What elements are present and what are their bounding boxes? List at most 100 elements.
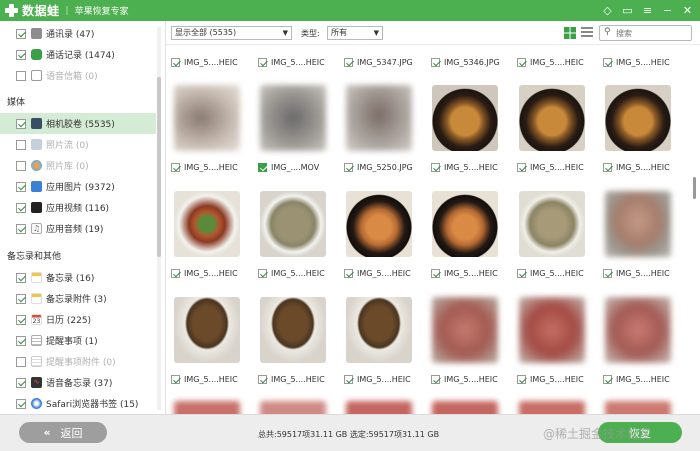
grid-item-label[interactable]: IMG_....MOV bbox=[258, 161, 319, 173]
item-checkbox[interactable] bbox=[603, 57, 612, 67]
photo-thumbnail[interactable] bbox=[605, 85, 671, 151]
item-checkbox[interactable] bbox=[344, 162, 353, 172]
grid-item-label[interactable]: IMG_5....HEIC bbox=[517, 267, 584, 279]
grid-item-label[interactable]: IMG_5250.JPG bbox=[344, 161, 413, 173]
photo-thumbnail[interactable] bbox=[174, 297, 240, 363]
sidebar-item-app-audio[interactable]: ♫ 应用音频 (19) bbox=[0, 218, 156, 239]
sidebar-scrollbar-thumb[interactable] bbox=[157, 77, 161, 257]
item-checkbox[interactable] bbox=[603, 374, 612, 384]
photo-thumbnail[interactable] bbox=[432, 191, 498, 257]
grid-item-label[interactable]: IMG_5....HEIC bbox=[517, 56, 584, 68]
photo-stream-checkbox[interactable] bbox=[16, 139, 26, 150]
grid-item-label[interactable]: IMG_5....HEIC bbox=[171, 56, 238, 68]
photo-thumbnail[interactable] bbox=[260, 297, 326, 363]
photo-thumbnail[interactable] bbox=[519, 191, 585, 257]
close-icon[interactable]: ✕ bbox=[681, 3, 694, 18]
item-checkbox[interactable] bbox=[344, 268, 353, 278]
grid-item-label[interactable]: IMG_5....HEIC bbox=[603, 267, 670, 279]
menu-icon[interactable]: ≡ bbox=[641, 3, 654, 18]
photo-thumbnail[interactable] bbox=[346, 85, 412, 151]
grid-item-label[interactable]: IMG_5....HEIC bbox=[258, 56, 325, 68]
reminder-attachments-checkbox[interactable] bbox=[16, 356, 26, 367]
photo-thumbnail[interactable] bbox=[432, 85, 498, 151]
photo-thumbnail[interactable] bbox=[260, 401, 326, 414]
show-filter-select[interactable]: 显示全部 (5535) ▼ bbox=[171, 26, 292, 40]
item-checkbox[interactable] bbox=[344, 374, 353, 384]
grid-item-label[interactable]: IMG_5....HEIC bbox=[603, 56, 670, 68]
item-checkbox[interactable] bbox=[431, 268, 440, 278]
item-checkbox[interactable] bbox=[431, 162, 440, 172]
grid-scrollbar-thumb[interactable] bbox=[693, 177, 696, 199]
item-checkbox[interactable] bbox=[171, 374, 180, 384]
photo-thumbnail[interactable] bbox=[260, 85, 326, 151]
contacts-checkbox[interactable] bbox=[16, 28, 26, 39]
sidebar-item-call-log[interactable]: 通话记录 (1474) bbox=[0, 44, 156, 65]
grid-item-label[interactable]: IMG_5346.JPG bbox=[431, 56, 500, 68]
item-checkbox[interactable] bbox=[258, 162, 267, 172]
grid-item-label[interactable]: IMG_5....HEIC bbox=[517, 373, 584, 385]
grid-item-label[interactable]: IMG_5....HEIC bbox=[603, 373, 670, 385]
call-log-checkbox[interactable] bbox=[16, 49, 26, 60]
photo-thumbnail[interactable] bbox=[174, 85, 240, 151]
item-checkbox[interactable] bbox=[431, 374, 440, 384]
sidebar-scrollbar[interactable] bbox=[157, 27, 161, 410]
item-checkbox[interactable] bbox=[517, 162, 526, 172]
item-checkbox[interactable] bbox=[171, 162, 180, 172]
camera-roll-checkbox[interactable] bbox=[16, 118, 26, 129]
photo-thumbnail[interactable] bbox=[519, 401, 585, 414]
safari-bookmarks-checkbox[interactable] bbox=[16, 398, 26, 409]
search-box[interactable]: ⚲ bbox=[599, 25, 692, 41]
photo-thumbnail[interactable] bbox=[605, 401, 671, 414]
sidebar-item-safari-bookmarks[interactable]: Safari浏览器书签 (15) bbox=[0, 393, 156, 414]
search-input[interactable] bbox=[616, 28, 688, 38]
photo-thumbnail[interactable] bbox=[346, 401, 412, 414]
item-checkbox[interactable] bbox=[258, 57, 267, 67]
photo-thumbnail[interactable] bbox=[174, 401, 240, 414]
photo-thumbnail[interactable] bbox=[605, 191, 671, 257]
grid-item-label[interactable]: IMG_5....HEIC bbox=[603, 161, 670, 173]
voice-memos-checkbox[interactable] bbox=[16, 377, 26, 388]
back-button[interactable]: « 返回 bbox=[19, 422, 107, 443]
sidebar-item-app-photos[interactable]: 应用图片 (9372) bbox=[0, 176, 156, 197]
item-checkbox[interactable] bbox=[603, 268, 612, 278]
item-checkbox[interactable] bbox=[517, 57, 526, 67]
grid-scrollbar[interactable] bbox=[693, 45, 696, 414]
grid-item-label[interactable]: IMG_5....HEIC bbox=[344, 267, 411, 279]
grid-item-label[interactable]: IMG_5....HEIC bbox=[344, 373, 411, 385]
photo-thumbnail[interactable] bbox=[605, 297, 671, 363]
photo-thumbnail[interactable] bbox=[260, 191, 326, 257]
photo-thumbnail[interactable] bbox=[519, 297, 585, 363]
photo-thumbnail[interactable] bbox=[174, 191, 240, 257]
app-videos-checkbox[interactable] bbox=[16, 202, 26, 213]
calendar-checkbox[interactable] bbox=[16, 314, 26, 325]
grid-item-label[interactable]: IMG_5....HEIC bbox=[517, 161, 584, 173]
item-checkbox[interactable] bbox=[344, 57, 353, 67]
sidebar-item-app-videos[interactable]: 应用视频 (116) bbox=[0, 197, 156, 218]
grid-item-label[interactable]: IMG_5....HEIC bbox=[258, 267, 325, 279]
notes-checkbox[interactable] bbox=[16, 272, 26, 283]
photo-library-checkbox[interactable] bbox=[16, 160, 26, 171]
photo-thumbnail[interactable] bbox=[519, 85, 585, 151]
item-checkbox[interactable] bbox=[517, 268, 526, 278]
photo-thumbnail[interactable] bbox=[346, 191, 412, 257]
list-view-icon[interactable] bbox=[581, 27, 593, 39]
note-attachments-checkbox[interactable] bbox=[16, 293, 26, 304]
sidebar-item-photo-library[interactable]: 照片库 (0) bbox=[0, 155, 156, 176]
photo-thumbnail[interactable] bbox=[346, 297, 412, 363]
grid-item-label[interactable]: IMG_5....HEIC bbox=[171, 373, 238, 385]
reminders-checkbox[interactable] bbox=[16, 335, 26, 346]
sidebar-item-notes[interactable]: 备忘录 (16) bbox=[0, 267, 156, 288]
grid-view-icon[interactable] bbox=[564, 27, 576, 39]
minimize-icon[interactable]: − bbox=[661, 3, 674, 18]
photo-thumbnail[interactable] bbox=[432, 401, 498, 414]
app-photos-checkbox[interactable] bbox=[16, 181, 26, 192]
app-audio-checkbox[interactable] bbox=[16, 223, 26, 234]
sidebar-item-calendar[interactable]: 23 日历 (225) bbox=[0, 309, 156, 330]
item-checkbox[interactable] bbox=[431, 57, 440, 67]
grid-item-label[interactable]: IMG_5....HEIC bbox=[431, 373, 498, 385]
item-checkbox[interactable] bbox=[517, 374, 526, 384]
item-checkbox[interactable] bbox=[603, 162, 612, 172]
grid-item-label[interactable]: IMG_5....HEIC bbox=[258, 373, 325, 385]
sidebar-item-voice-memos[interactable]: ∿ 语音备忘录 (37) bbox=[0, 372, 156, 393]
grid-item-label[interactable]: IMG_5....HEIC bbox=[171, 161, 238, 173]
